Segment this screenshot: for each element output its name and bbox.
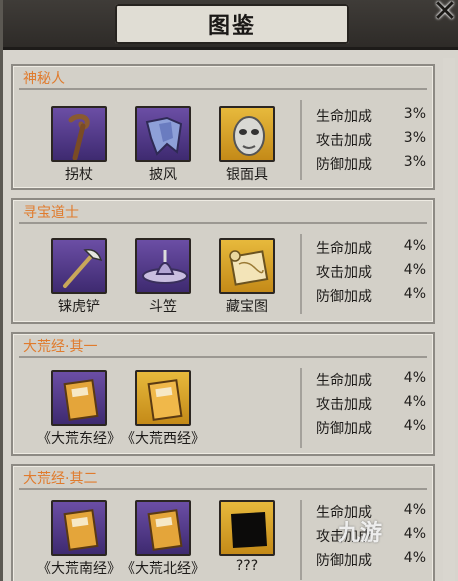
- item-slot[interactable]: 铼虎铲: [34, 238, 124, 316]
- title-plate: 图鉴: [115, 4, 349, 44]
- stat-value: 4%: [403, 394, 426, 410]
- stat-name: 攻击加成: [316, 265, 372, 281]
- item-slot[interactable]: 《大荒东经》: [34, 370, 124, 448]
- item-label: 藏宝图: [226, 299, 268, 315]
- stat-name: 生命加成: [316, 373, 372, 389]
- divider: [19, 356, 427, 358]
- item-label: 《大荒西经》: [121, 431, 205, 447]
- item-slot[interactable]: ???: [202, 500, 292, 574]
- divider: [19, 88, 427, 90]
- stat-value: 4%: [403, 418, 426, 434]
- unknown-silhouette-icon: [219, 500, 275, 556]
- item-slot[interactable]: 《大荒南经》: [34, 500, 124, 578]
- set-title: 大荒经·其二: [23, 471, 98, 487]
- stat-name: 生命加成: [316, 109, 372, 125]
- stat-name: 生命加成: [316, 241, 372, 257]
- set-title: 寻宝道士: [23, 205, 79, 221]
- stats-divider: [300, 234, 302, 314]
- stat-row-attack: 攻击加成 3%: [316, 130, 426, 152]
- shovel-icon: [51, 238, 107, 294]
- stats-divider: [300, 100, 302, 180]
- scripture-book-icon: [51, 370, 107, 426]
- item-slot[interactable]: 斗笠: [118, 238, 208, 316]
- scripture-book-icon: [135, 370, 191, 426]
- stat-row-attack: 攻击加成 4%: [316, 262, 426, 284]
- stat-name: 防御加成: [316, 289, 372, 305]
- item-label: 斗笠: [149, 299, 177, 315]
- stat-row-attack: 攻击加成 4%: [316, 394, 426, 416]
- stat-row-defense: 防御加成 3%: [316, 154, 426, 176]
- window-header: 图鉴 ✕: [3, 0, 458, 50]
- stat-value: 4%: [403, 262, 426, 278]
- treasure-map-icon: [219, 238, 275, 294]
- item-label: 《大荒北经》: [121, 561, 205, 577]
- set-title: 神秘人: [23, 71, 65, 87]
- stat-row-hp: 生命加成 4%: [316, 238, 426, 260]
- stat-name: 防御加成: [316, 421, 372, 437]
- stat-row-hp: 生命加成 3%: [316, 106, 426, 128]
- item-label: 《大荒东经》: [37, 431, 121, 447]
- item-slot[interactable]: 《大荒西经》: [118, 370, 208, 448]
- item-slot[interactable]: 藏宝图: [202, 238, 292, 316]
- stat-row-hp: 生命加成 4%: [316, 370, 426, 392]
- scripture-book-icon: [135, 500, 191, 556]
- stat-value: 4%: [403, 286, 426, 302]
- set-title: 大荒经·其一: [23, 339, 98, 355]
- item-slot[interactable]: 拐杖: [34, 106, 124, 184]
- stat-name: 攻击加成: [316, 133, 372, 149]
- watermark: 九游: [338, 521, 383, 546]
- stat-row-defense: 防御加成 4%: [316, 286, 426, 308]
- silver-mask-icon: [219, 106, 275, 162]
- item-label: ???: [235, 558, 259, 574]
- item-label: 披风: [149, 167, 177, 183]
- stats-divider: [300, 368, 302, 448]
- codex-window: 图鉴 ✕ 神秘人 拐杖 披风 银面具 生命加成 3% 攻击加成 3% 防御加成 …: [0, 0, 458, 581]
- scrollbar-track[interactable]: [443, 58, 455, 581]
- item-slot[interactable]: 《大荒北经》: [118, 500, 208, 578]
- cane-icon: [51, 106, 107, 162]
- item-slot[interactable]: 披风: [118, 106, 208, 184]
- stat-name: 攻击加成: [316, 397, 372, 413]
- straw-hat-icon: [135, 238, 191, 294]
- item-label: 铼虎铲: [58, 299, 100, 315]
- divider: [19, 222, 427, 224]
- stat-value: 3%: [403, 154, 426, 170]
- item-slot[interactable]: 银面具: [202, 106, 292, 184]
- item-label: 银面具: [226, 167, 268, 183]
- scripture-book-icon: [51, 500, 107, 556]
- item-label: 《大荒南经》: [37, 561, 121, 577]
- close-button[interactable]: ✕: [429, 0, 458, 28]
- set-card-dahuang-one: 大荒经·其一 《大荒东经》 《大荒西经》 生命加成 4% 攻击加成 4% 防御加…: [11, 332, 435, 456]
- stat-value: 3%: [403, 106, 426, 122]
- set-card-mysterious-man: 神秘人 拐杖 披风 银面具 生命加成 3% 攻击加成 3% 防御加成 3%: [11, 64, 435, 190]
- set-card-treasure-taoist: 寻宝道士 铼虎铲 斗笠 藏宝图 生命加成 4% 攻击加成 4% 防御加成 4%: [11, 198, 435, 324]
- stats-divider: [300, 500, 302, 580]
- stat-row-defense: 防御加成 4%: [316, 418, 426, 440]
- window-title: 图鉴: [207, 14, 256, 39]
- stat-value: 4%: [403, 238, 426, 254]
- item-label: 拐杖: [65, 167, 93, 183]
- cloak-icon: [135, 106, 191, 162]
- divider: [19, 488, 427, 490]
- stat-value: 3%: [403, 130, 426, 146]
- stat-value: 4%: [403, 370, 426, 386]
- stat-name: 防御加成: [316, 157, 372, 173]
